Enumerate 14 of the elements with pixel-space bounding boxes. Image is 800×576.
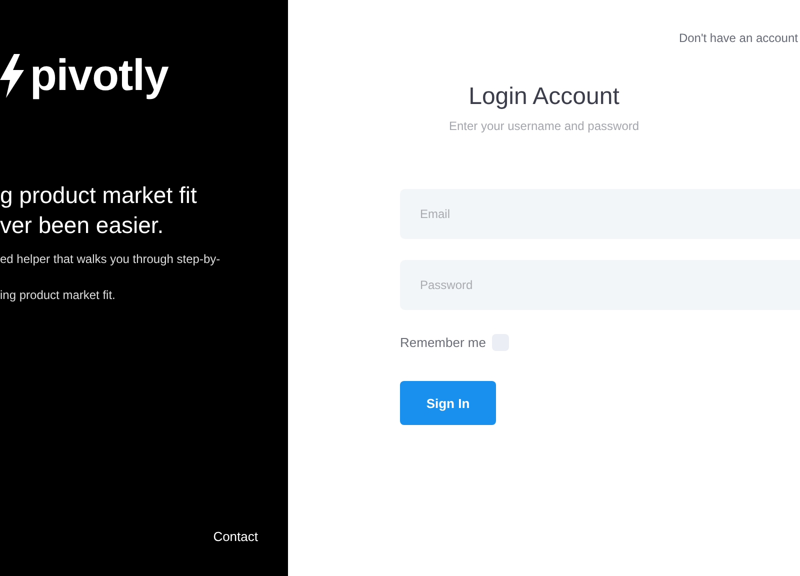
headline-line: g product market fit: [0, 181, 198, 210]
signup-link[interactable]: Don't have an account: [678, 31, 798, 45]
input-field[interactable]: Email: [400, 189, 800, 239]
lightning-bolt-icon: [0, 54, 24, 98]
input-field[interactable]: Password: [400, 260, 800, 310]
sign-in-button[interactable]: Sign In: [400, 381, 496, 425]
footer-link[interactable]: Contact: [213, 529, 258, 544]
description-line: ing product market fit.: [0, 287, 116, 304]
description-line: ed helper that walks you through step-by-: [0, 251, 222, 268]
headline-line: ver been easier.: [0, 211, 165, 240]
form-title: Login Account: [468, 83, 620, 111]
form-subtitle: Enter your username and password: [448, 119, 640, 133]
remember-label: Remember me: [400, 335, 486, 350]
brand-name: pivotly: [30, 54, 168, 98]
